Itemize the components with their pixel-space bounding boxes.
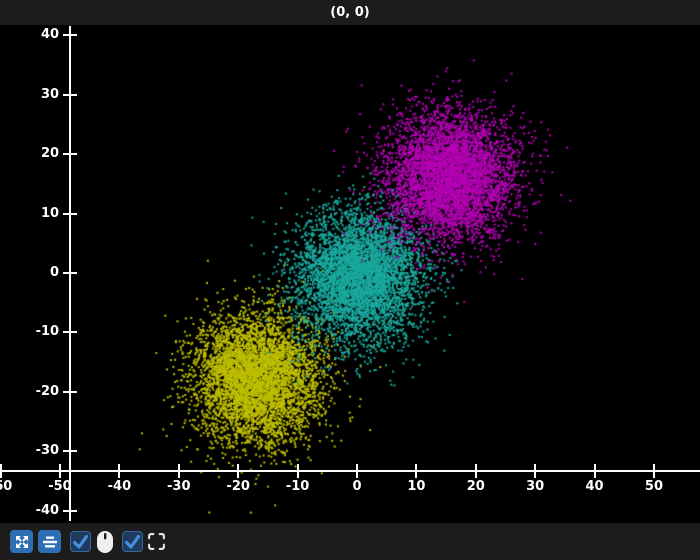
x-axis-tick [593, 464, 596, 479]
y-axis-tick [63, 450, 78, 453]
y-axis-tick [63, 93, 78, 96]
y-axis-tick [63, 153, 78, 156]
x-axis-tick [177, 464, 180, 479]
x-tick-label: 20 [466, 479, 485, 495]
checkmark-icon [72, 534, 89, 549]
x-axis-tick [474, 464, 477, 479]
app-window: (0, 0) -60 -50 -40 -30 -20 -10 0 10 20 30 40 50 40 30… [0, 0, 700, 560]
bottom-toolbar [0, 523, 700, 560]
scatter-canvas[interactable] [0, 25, 700, 523]
fullscreen-icon[interactable] [147, 532, 166, 551]
y-tick-label: -20 [35, 383, 60, 399]
y-tick-label: -30 [35, 443, 60, 459]
x-axis-tick [296, 464, 299, 479]
y-tick-label: 30 [40, 86, 60, 102]
x-axis-tick [415, 464, 418, 479]
y-tick-label: 20 [40, 146, 60, 162]
x-tick-label: -20 [226, 479, 250, 495]
x-tick-label: -40 [107, 479, 132, 495]
x-axis-tick [652, 464, 655, 479]
x-tick-label: 30 [526, 479, 545, 495]
y-axis-tick [63, 34, 78, 37]
x-tick-label: 40 [585, 479, 604, 495]
plot-area[interactable]: -60 -50 -40 -30 -20 -10 0 10 20 30 40 50 40 30 20 10 0 -1… [0, 25, 700, 523]
expand-arrows-icon [15, 535, 28, 548]
y-axis-tick [63, 271, 78, 274]
plot-title-bar: (0, 0) [0, 0, 700, 25]
y-tick-label: -10 [35, 324, 60, 340]
x-tick-label: 10 [407, 479, 426, 495]
y-tick-label: 10 [40, 205, 60, 221]
y-axis-tick [63, 212, 78, 215]
boxzoom-checkbox[interactable] [122, 531, 143, 552]
x-axis-tick [534, 464, 537, 479]
align-center-lines-icon [42, 536, 57, 547]
y-axis-tick [63, 509, 78, 512]
x-tick-label: 0 [352, 479, 362, 495]
mouse-icon[interactable] [94, 530, 116, 554]
x-axis-tick [118, 464, 121, 479]
fit-view-button[interactable] [10, 530, 33, 553]
x-axis-tick [58, 464, 61, 479]
x-axis-tick [237, 464, 240, 479]
y-tick-label: 40 [40, 27, 60, 43]
x-tick-label: 50 [644, 479, 663, 495]
y-tick-label: 0 [50, 264, 60, 280]
checkmark-icon [124, 534, 141, 549]
pan-checkbox[interactable] [70, 531, 91, 552]
plot-title: (0, 0) [330, 5, 370, 20]
y-axis-tick [63, 390, 78, 393]
y-tick-label: -40 [35, 502, 60, 518]
x-tick-label: -30 [167, 479, 191, 495]
x-axis-tick [0, 464, 2, 479]
x-tick-label: -10 [285, 479, 310, 495]
x-axis-tick [355, 464, 358, 479]
x-tick-label: -60 [0, 479, 13, 495]
y-axis-tick [63, 331, 78, 334]
x-tick-label: -50 [48, 479, 72, 495]
autoscale-button[interactable] [38, 530, 61, 553]
